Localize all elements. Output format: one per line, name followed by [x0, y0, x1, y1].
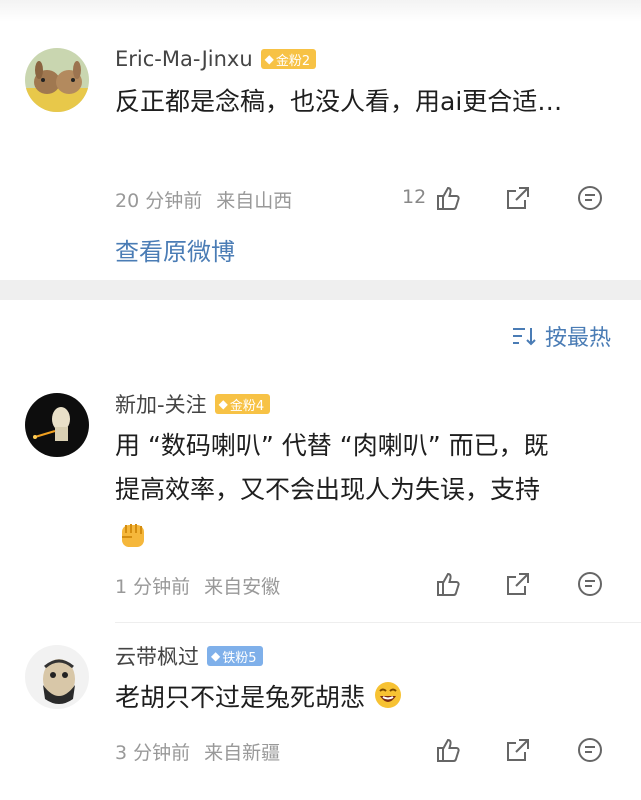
- badge-label: 铁粉5: [222, 650, 257, 666]
- sort-toggle[interactable]: 按最热: [511, 320, 611, 352]
- section-separator: [0, 280, 641, 300]
- username[interactable]: 新加-关注: [115, 389, 207, 419]
- avatar-rabbits-image: [25, 48, 89, 112]
- like-icon[interactable]: [432, 183, 462, 213]
- comment-text-line: 提高效率，又不会出现人为失误，支持: [115, 475, 541, 504]
- fan-badge[interactable]: ◆ 金粉2: [260, 49, 317, 69]
- top-shadow: [0, 0, 641, 22]
- comment-time: 3 分钟前: [115, 742, 191, 764]
- comment-source: 来自安徽: [204, 576, 281, 598]
- fan-badge[interactable]: ◆ 金粉4: [214, 394, 271, 414]
- reply-icon[interactable]: [575, 735, 605, 765]
- like-icon[interactable]: [432, 735, 462, 765]
- comment-text-content: 老胡只不过是兔死胡悲: [115, 683, 366, 712]
- share-icon[interactable]: [503, 569, 533, 599]
- avatar-cartoon-image: [25, 645, 89, 709]
- like-icon[interactable]: [432, 569, 462, 599]
- share-icon[interactable]: [503, 183, 533, 213]
- badge-label: 金粉2: [275, 53, 311, 69]
- avatar[interactable]: [25, 645, 89, 709]
- avatar-figure-image: [25, 393, 89, 457]
- badge-label: 金粉4: [229, 398, 265, 414]
- sort-icon: [512, 328, 536, 346]
- badge-icon: ◆: [218, 397, 228, 411]
- sort-label: 按最热: [544, 326, 611, 351]
- comment-text: 老胡只不过是兔死胡悲: [115, 676, 595, 720]
- like-count: 12: [402, 186, 427, 208]
- fan-badge[interactable]: ◆ 铁粉5: [207, 646, 263, 666]
- comment-source: 来自新疆: [204, 742, 281, 764]
- reply-icon[interactable]: [575, 569, 605, 599]
- comment-divider: [115, 622, 641, 623]
- avatar[interactable]: [25, 393, 89, 457]
- comment-time: 20 分钟前: [115, 190, 203, 212]
- laugh-emoji-icon: [374, 682, 401, 708]
- fist-emoji-icon: [115, 512, 595, 556]
- badge-icon: ◆: [264, 52, 274, 66]
- view-original-link[interactable]: 查看原微博: [115, 232, 235, 267]
- username[interactable]: Eric-Ma-Jinxu: [115, 47, 253, 71]
- comment-source: 来自山西: [216, 190, 293, 212]
- username[interactable]: 云带枫过: [115, 641, 199, 671]
- share-icon[interactable]: [503, 735, 533, 765]
- comment-time: 1 分钟前: [115, 576, 191, 598]
- comment-text: 用 “数码喇叭” 代替 “肉喇叭” 而已，既 提高效率，又不会出现人为失误，支持: [115, 424, 595, 556]
- comment-text: 反正都是念稿，也没人看，用ai更合适…: [115, 87, 563, 116]
- reply-icon[interactable]: [575, 183, 605, 213]
- comment-text-line: 用 “数码喇叭” 代替 “肉喇叭” 而已，既: [115, 431, 549, 460]
- badge-icon: ◆: [211, 649, 221, 663]
- avatar[interactable]: [25, 48, 89, 112]
